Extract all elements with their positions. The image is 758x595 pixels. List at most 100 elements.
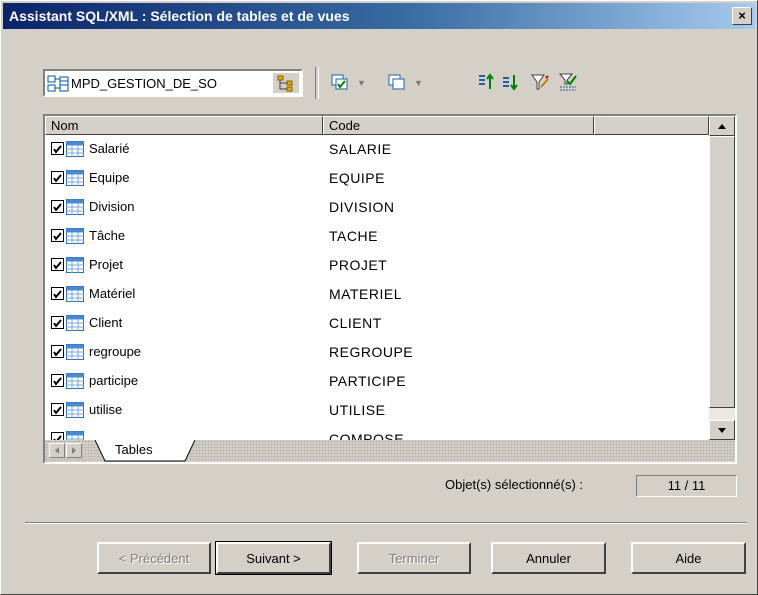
- select-all-dropdown-icon[interactable]: ▼: [357, 78, 366, 88]
- selected-count-label: Objet(s) sélectionné(s) :: [445, 477, 583, 492]
- row-checkbox[interactable]: [51, 171, 64, 184]
- deselect-all-icon[interactable]: [388, 73, 406, 91]
- move-down-icon[interactable]: [501, 73, 519, 91]
- column-header-nom[interactable]: Nom: [45, 116, 323, 135]
- tab-tables-label: Tables: [115, 442, 153, 457]
- scroll-down-button[interactable]: [709, 420, 735, 440]
- table-icon: [66, 315, 84, 331]
- row-checkbox[interactable]: [51, 258, 64, 271]
- row-checkbox[interactable]: [51, 432, 64, 440]
- filter-icon[interactable]: [531, 73, 549, 91]
- tab-tables[interactable]: Tables: [101, 440, 183, 461]
- checkmark-icon: [53, 319, 62, 328]
- table-code: REGROUPE: [329, 344, 414, 360]
- column-header-code[interactable]: Code: [323, 116, 594, 135]
- checkmark-icon: [53, 261, 62, 270]
- table-row[interactable]: regroupe REGROUPE: [45, 338, 709, 367]
- table-icon: [66, 373, 84, 389]
- table-code: PARTICIPE: [329, 373, 407, 389]
- table-icon: [66, 431, 84, 440]
- tab-scroll-right-button[interactable]: [66, 443, 82, 458]
- table-row[interactable]: Equipe EQUIPE: [45, 164, 709, 193]
- tables-grid[interactable]: Nom Code Salarié SALARIE Equipe EQUIPE Divis…: [43, 114, 737, 464]
- table-row[interactable]: Projet PROJET: [45, 251, 709, 280]
- table-code: UTILISE: [329, 402, 386, 418]
- checkmark-icon: [53, 232, 62, 241]
- checkmark-icon: [53, 145, 62, 154]
- table-code: CLIENT: [329, 315, 382, 331]
- row-checkbox[interactable]: [51, 345, 64, 358]
- arrow-right-icon: [72, 447, 76, 454]
- arrow-left-icon: [55, 447, 59, 454]
- tab-scroll-left-button[interactable]: [49, 443, 65, 458]
- table-name: Projet: [89, 257, 123, 272]
- table-icon: [66, 257, 84, 273]
- deselect-all-dropdown-icon[interactable]: ▼: [414, 78, 423, 88]
- row-checkbox[interactable]: [51, 200, 64, 213]
- checkmark-icon: [53, 377, 62, 386]
- cancel-button[interactable]: Annuler: [491, 542, 606, 574]
- table-icon: [66, 402, 84, 418]
- move-up-icon[interactable]: [477, 73, 495, 91]
- row-checkbox[interactable]: [51, 403, 64, 416]
- table-name: Salarié: [89, 141, 130, 156]
- scroll-thumb[interactable]: [709, 136, 735, 408]
- table-code: EQUIPE: [329, 170, 385, 186]
- row-checkbox[interactable]: [51, 229, 64, 242]
- previous-button[interactable]: < Précédent: [97, 542, 211, 574]
- arrow-down-icon: [718, 428, 726, 433]
- table-row[interactable]: Matériel MATERIEL: [45, 280, 709, 309]
- table-name: utilise: [89, 402, 123, 417]
- table-code: SALARIE: [329, 141, 392, 157]
- row-checkbox[interactable]: [51, 316, 64, 329]
- vertical-scrollbar[interactable]: [709, 116, 735, 440]
- next-button[interactable]: Suivant >: [215, 541, 332, 575]
- table-icon: [66, 344, 84, 360]
- selected-count-value: 11 / 11: [636, 475, 737, 497]
- toolbar-separator: [315, 67, 319, 99]
- browse-icon[interactable]: [273, 73, 299, 93]
- help-button[interactable]: Aide: [631, 542, 746, 574]
- row-checkbox[interactable]: [51, 287, 64, 300]
- table-row[interactable]: Tâche TACHE: [45, 222, 709, 251]
- checkmark-icon: [53, 406, 62, 415]
- table-code: COMPOSE: [329, 431, 405, 440]
- checkmark-icon: [53, 290, 62, 299]
- table-name: Matériel: [89, 286, 136, 301]
- table-row[interactable]: Salarié SALARIE: [45, 135, 709, 164]
- table-row[interactable]: COMPOSE: [45, 425, 709, 440]
- close-button[interactable]: ×: [732, 7, 752, 25]
- title-bar[interactable]: Assistant SQL/XML : Sélection de tables …: [3, 3, 755, 29]
- finish-button[interactable]: Terminer: [357, 542, 471, 574]
- table-name: regroupe: [89, 344, 142, 359]
- column-header-empty[interactable]: [594, 116, 709, 135]
- table-row[interactable]: participe PARTICIPE: [45, 367, 709, 396]
- filter-apply-icon[interactable]: [559, 73, 577, 91]
- table-row[interactable]: utilise UTILISE: [45, 396, 709, 425]
- table-row[interactable]: Client CLIENT: [45, 309, 709, 338]
- checkmark-icon: [53, 174, 62, 183]
- table-name: Equipe: [89, 170, 130, 185]
- row-checkbox[interactable]: [51, 374, 64, 387]
- table-name: participe: [89, 373, 139, 388]
- table-code: PROJET: [329, 257, 388, 273]
- table-icon: [66, 199, 84, 215]
- table-name: Division: [89, 199, 135, 214]
- wizard-dialog: Assistant SQL/XML : Sélection de tables …: [0, 0, 758, 595]
- arrow-up-icon: [718, 124, 726, 129]
- model-name: MPD_GESTION_DE_SO: [71, 76, 217, 91]
- button-separator: [25, 522, 747, 524]
- table-row[interactable]: Division DIVISION: [45, 193, 709, 222]
- tab-strip: Tables: [45, 440, 735, 462]
- table-icon: [66, 228, 84, 244]
- checkmark-icon: [53, 348, 62, 357]
- table-rows: Salarié SALARIE Equipe EQUIPE Division DIVISI…: [45, 135, 709, 440]
- row-checkbox[interactable]: [51, 142, 64, 155]
- model-selector[interactable]: MPD_GESTION_DE_SO: [43, 69, 303, 97]
- select-all-icon[interactable]: [331, 73, 349, 91]
- table-code: DIVISION: [329, 199, 395, 215]
- table-icon: [66, 170, 84, 186]
- dialog-title: Assistant SQL/XML : Sélection de tables …: [9, 8, 350, 24]
- table-code: TACHE: [329, 228, 378, 244]
- scroll-up-button[interactable]: [709, 116, 735, 136]
